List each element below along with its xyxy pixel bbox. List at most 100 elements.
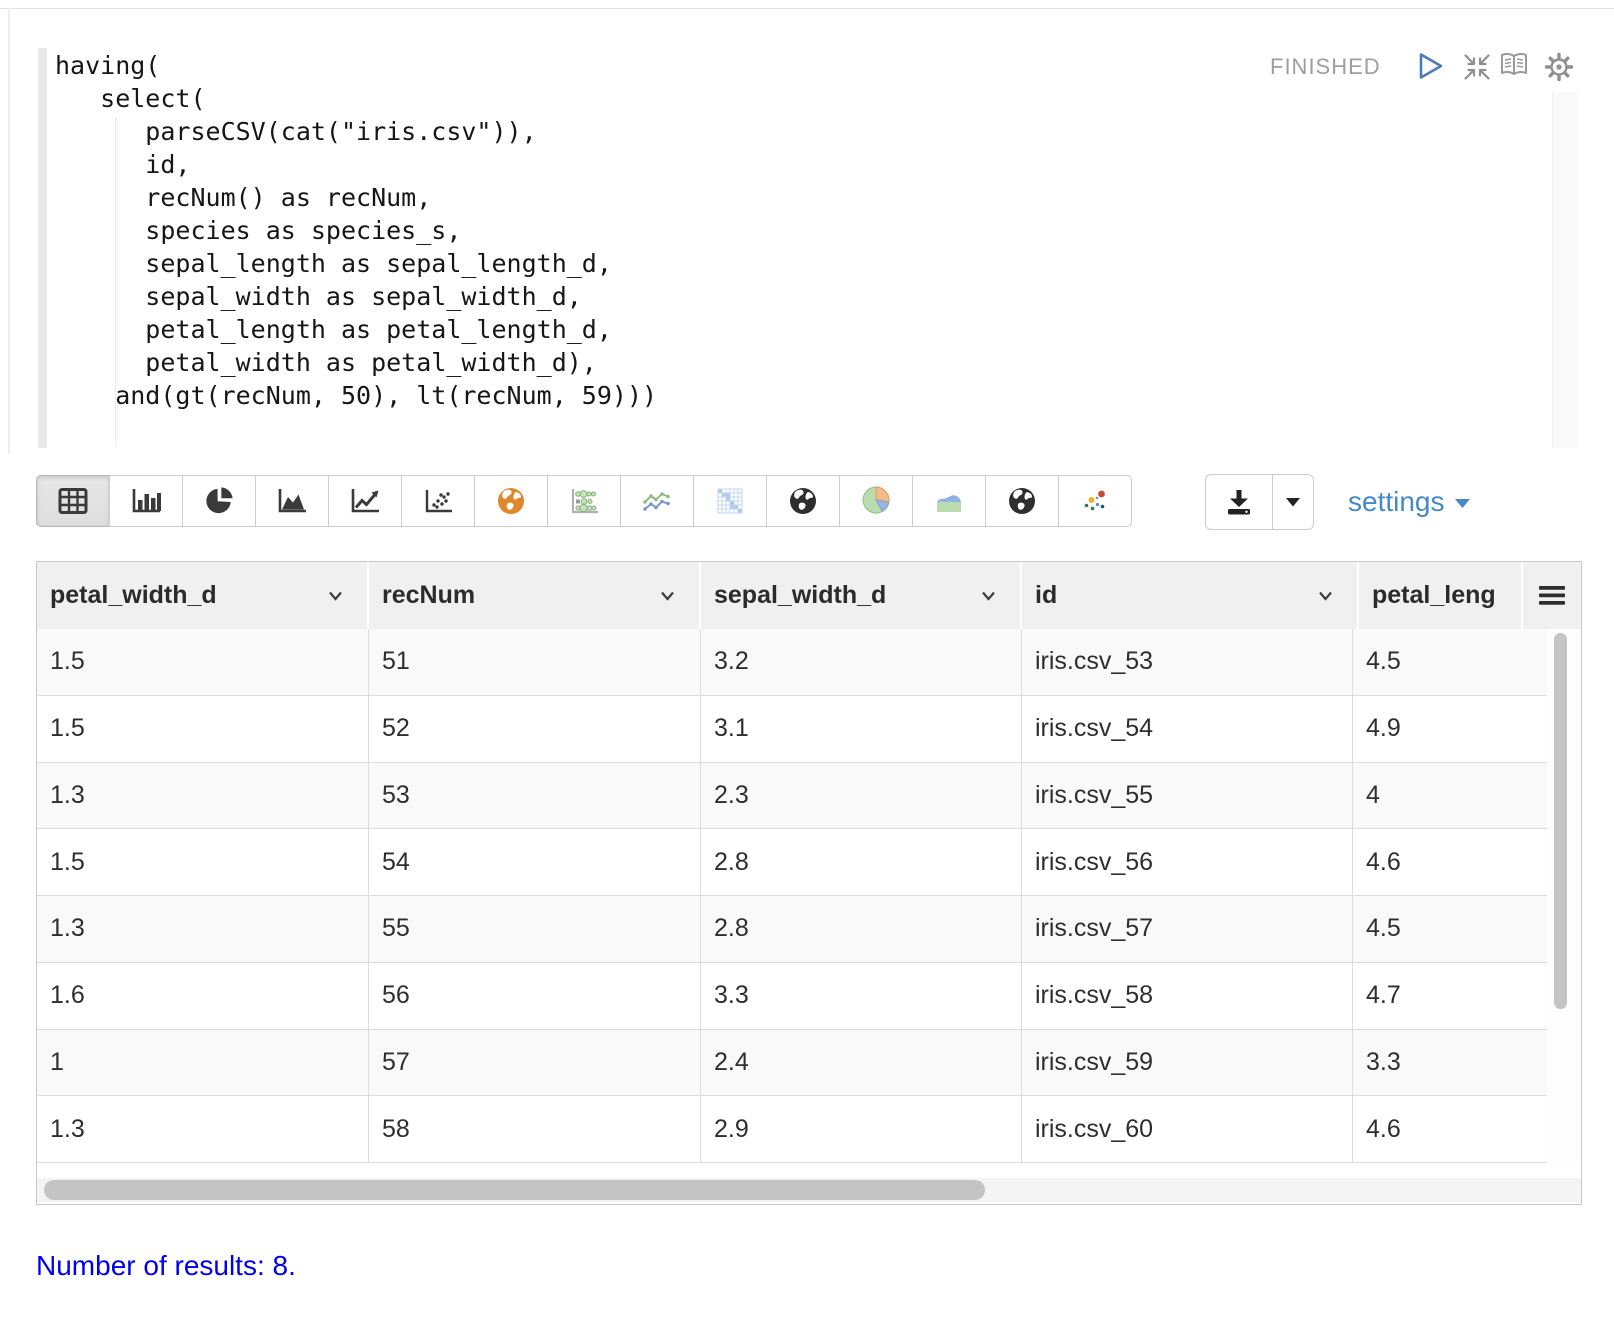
bar-chart-button[interactable] [109, 475, 183, 527]
vertical-scrollbar-track[interactable] [1547, 629, 1581, 1163]
table-cell: iris.csv_56 [1022, 829, 1353, 895]
code-editor[interactable]: having( select( parseCSV(cat("iris.csv")… [55, 49, 657, 412]
table-cell: 4.5 [1353, 896, 1548, 962]
area-chart-button[interactable] [255, 475, 329, 527]
column-header-sepal-width[interactable]: sepal_width_d [701, 562, 1022, 629]
table-body: 1.5 51 3.2 iris.csv_53 4.5 1.5 52 3.1 ir… [37, 629, 1548, 1163]
gear-icon[interactable] [1543, 51, 1575, 88]
chart-type-toolbar [36, 475, 1132, 527]
download-options-button[interactable] [1272, 474, 1314, 530]
table-cell: 2.9 [701, 1096, 1022, 1162]
pie-chart-button[interactable] [182, 475, 256, 527]
caret-down-icon [1454, 499, 1470, 508]
table-row: 1.5 54 2.8 iris.csv_56 4.6 [37, 829, 1548, 896]
horizontal-scrollbar-track[interactable] [37, 1178, 1581, 1202]
download-icon [1228, 490, 1250, 515]
code-line[interactable]: having( [55, 49, 657, 82]
table-cell: 56 [369, 962, 701, 1029]
bubble-chart-button[interactable] [547, 475, 621, 527]
line-chart-icon [351, 489, 379, 513]
settings-label: settings [1348, 486, 1445, 517]
results-count-link: Number of results: 8. [36, 1250, 296, 1281]
table-cell: 4.5 [1353, 629, 1548, 695]
globe-orange-icon [498, 488, 524, 514]
chevron-down-icon[interactable] [660, 591, 675, 601]
column-header-petal-length[interactable]: petal_leng [1359, 562, 1523, 629]
table-cell: iris.csv_55 [1022, 762, 1353, 829]
table-view-button[interactable] [36, 475, 110, 527]
table-cell: iris.csv_54 [1022, 695, 1353, 762]
code-line[interactable]: petal_width as petal_width_d), [55, 346, 657, 379]
stacked-area-chart-button[interactable] [912, 475, 986, 527]
chevron-down-icon[interactable] [981, 591, 996, 601]
code-line[interactable]: species as species_s, [55, 214, 657, 247]
globe-chart-button-2[interactable] [985, 475, 1059, 527]
column-header-label: petal_leng [1372, 581, 1496, 609]
scatter-chart-button[interactable] [401, 475, 475, 527]
globe-chart-button[interactable] [766, 475, 840, 527]
table-cell: 2.3 [701, 762, 1022, 829]
scatter-color-chart-button[interactable] [1058, 475, 1132, 527]
table-row: 1.3 55 2.8 iris.csv_57 4.5 [37, 896, 1548, 963]
horizontal-scrollbar-thumb[interactable] [44, 1180, 985, 1200]
pie-chart-color-button[interactable] [839, 475, 913, 527]
pie-chart-color-icon [862, 486, 890, 514]
paragraph-left-divider [8, 8, 10, 454]
code-line[interactable]: sepal_length as sepal_length_d, [55, 247, 657, 280]
book-icon[interactable] [1498, 50, 1530, 85]
table-row: 1.5 52 3.1 iris.csv_54 4.9 [37, 695, 1548, 763]
matrix-chart-button[interactable] [693, 475, 767, 527]
table-row: 1.5 51 3.2 iris.csv_53 4.5 [37, 629, 1548, 696]
code-line[interactable]: recNum() as recNum, [55, 181, 657, 214]
table-cell: 1.3 [37, 896, 369, 962]
collapse-icon[interactable] [1462, 52, 1492, 87]
scatter-chart-icon [425, 490, 452, 513]
table-menu-button[interactable] [1523, 562, 1581, 629]
download-split-button [1205, 474, 1314, 530]
table-cell: 51 [369, 629, 701, 695]
table-cell: 57 [369, 1029, 701, 1096]
table-row: 1.6 56 3.3 iris.csv_58 4.7 [37, 962, 1548, 1030]
column-header-id[interactable]: id [1022, 562, 1359, 629]
table-row: 1.3 53 2.3 iris.csv_55 4 [37, 762, 1548, 830]
table-cell: 1.5 [37, 629, 369, 695]
code-line[interactable]: sepal_width as sepal_width_d, [55, 280, 657, 313]
table-cell: 4.9 [1353, 695, 1548, 762]
multi-line-chart-button[interactable] [620, 475, 694, 527]
editor-gutter [38, 48, 47, 448]
column-header-label: id [1035, 581, 1058, 609]
code-line[interactable]: and(gt(recNum, 50), lt(recNum, 59))) [55, 379, 657, 412]
table-row: 1.3 58 2.9 iris.csv_60 4.6 [37, 1096, 1548, 1163]
scatter-color-icon [1084, 490, 1105, 511]
column-header-recnum[interactable]: recNum [369, 562, 701, 629]
line-chart-button[interactable] [328, 475, 402, 527]
table-cell: 2.8 [701, 896, 1022, 962]
area-chart-icon [278, 489, 306, 513]
code-line[interactable]: select( [55, 82, 657, 115]
pie-chart-icon [206, 487, 233, 514]
table-cell: 1 [37, 1029, 369, 1096]
code-line[interactable]: petal_length as petal_length_d, [55, 313, 657, 346]
column-header-petal-width[interactable]: petal_width_d [37, 562, 369, 629]
table-cell: 52 [369, 695, 701, 762]
run-icon[interactable] [1418, 52, 1444, 85]
table-row: 1 57 2.4 iris.csv_59 3.3 [37, 1029, 1548, 1097]
caret-down-icon [1286, 497, 1300, 506]
chevron-down-icon[interactable] [1318, 591, 1333, 601]
table-cell: 53 [369, 762, 701, 829]
table-cell: 4.7 [1353, 962, 1548, 1029]
chevron-down-icon[interactable] [328, 591, 343, 601]
code-line[interactable]: parseCSV(cat("iris.csv")), [55, 115, 657, 148]
table-header-row: petal_width_d recNum sepal_width_d id pe… [37, 562, 1581, 629]
bubble-chart-icon [571, 489, 598, 514]
table-cell: 4 [1353, 762, 1548, 829]
editor-scrollbar-track[interactable] [1552, 92, 1578, 448]
table-cell: 1.3 [37, 1096, 369, 1162]
vertical-scrollbar-thumb[interactable] [1554, 633, 1567, 1009]
table-cell: 2.4 [701, 1029, 1022, 1096]
code-line[interactable]: id, [55, 148, 657, 181]
map-chart-button[interactable] [474, 475, 548, 527]
settings-toggle[interactable]: settings [1348, 474, 1470, 530]
notebook-paragraph: having( select( parseCSV(cat("iris.csv")… [0, 0, 1614, 1322]
download-button[interactable] [1205, 474, 1273, 530]
